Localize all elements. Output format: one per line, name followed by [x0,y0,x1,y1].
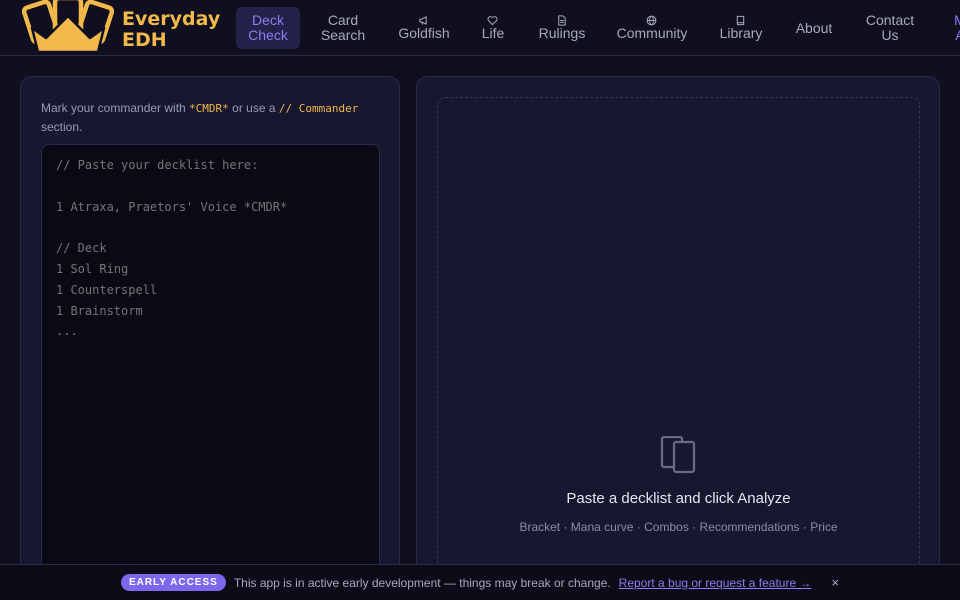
analysis-results-panel: Paste a decklist and click Analyze Brack… [416,76,940,596]
nav-label-line1: Deck [252,12,284,28]
nav-label-line2: Check [248,27,288,43]
commander-section-tag: // Commander [278,102,359,115]
nav-label-line2: A [955,28,960,43]
results-empty-state: Paste a decklist and click Analyze Brack… [437,97,920,577]
nav-label: About [795,19,833,36]
brand-name: Everyday EDH [122,9,220,51]
nav-label: Rulings [538,25,586,41]
empty-state-title: Paste a decklist and click Analyze [566,490,791,507]
nav-label: Library [719,25,763,41]
hint-text-after: section. [41,120,83,134]
commander-hint: Mark your commander with *CMDR* or use a… [41,99,381,137]
nav-label-line1: Contact [865,12,915,28]
report-bug-link[interactable]: Report a bug or request a feature → [619,576,812,590]
close-icon[interactable]: × [831,575,839,590]
nav-item-rulings[interactable]: Rulings [530,7,594,49]
nav-label: Life [481,25,505,41]
nav-item-about[interactable]: About [788,7,840,49]
nav-label: Goldfish [398,25,450,41]
early-access-banner: EARLY ACCESS This app is in active early… [0,564,960,600]
nav-item-community[interactable]: Community [612,7,692,49]
nav-label-line2: Us [881,27,899,43]
nav-item-more[interactable]: M A [940,7,960,49]
cards-icon [660,436,696,474]
logo[interactable]: Everyday EDH [22,0,222,55]
empty-state-subtitle: Bracket · Mana curve · Combos · Recommen… [519,520,838,534]
banner-message: This app is in active early development … [233,575,611,590]
decklist-input-panel: Mark your commander with *CMDR* or use a… [20,76,400,596]
nav-label-line1: M [954,13,960,28]
nav-item-contact-us[interactable]: Contact Us [860,7,920,49]
hint-text-middle: or use a [232,101,276,115]
early-access-badge: EARLY ACCESS [120,574,226,591]
decklist-textarea[interactable] [41,144,380,584]
nav-item-card-search[interactable]: Card Search [312,7,374,49]
cmdr-tag: *CMDR* [189,102,229,115]
hint-text-before: Mark your commander with [41,101,186,115]
nav-label-line2: Search [320,27,366,43]
brand-line-1: Everyday [122,8,221,30]
crown-cards-logo-icon [22,0,114,54]
nav-item-goldfish[interactable]: Goldfish [390,7,458,49]
nav-label: Community [616,25,688,41]
nav-item-library[interactable]: Library [714,7,768,49]
top-navbar: Everyday EDH Deck Check Card Search Gold… [0,0,960,56]
nav-item-deck-check[interactable]: Deck Check [236,7,300,49]
nav-label-line1: Card [327,12,359,28]
nav-item-life[interactable]: Life [472,7,514,49]
brand-line-2: EDH [122,29,167,51]
